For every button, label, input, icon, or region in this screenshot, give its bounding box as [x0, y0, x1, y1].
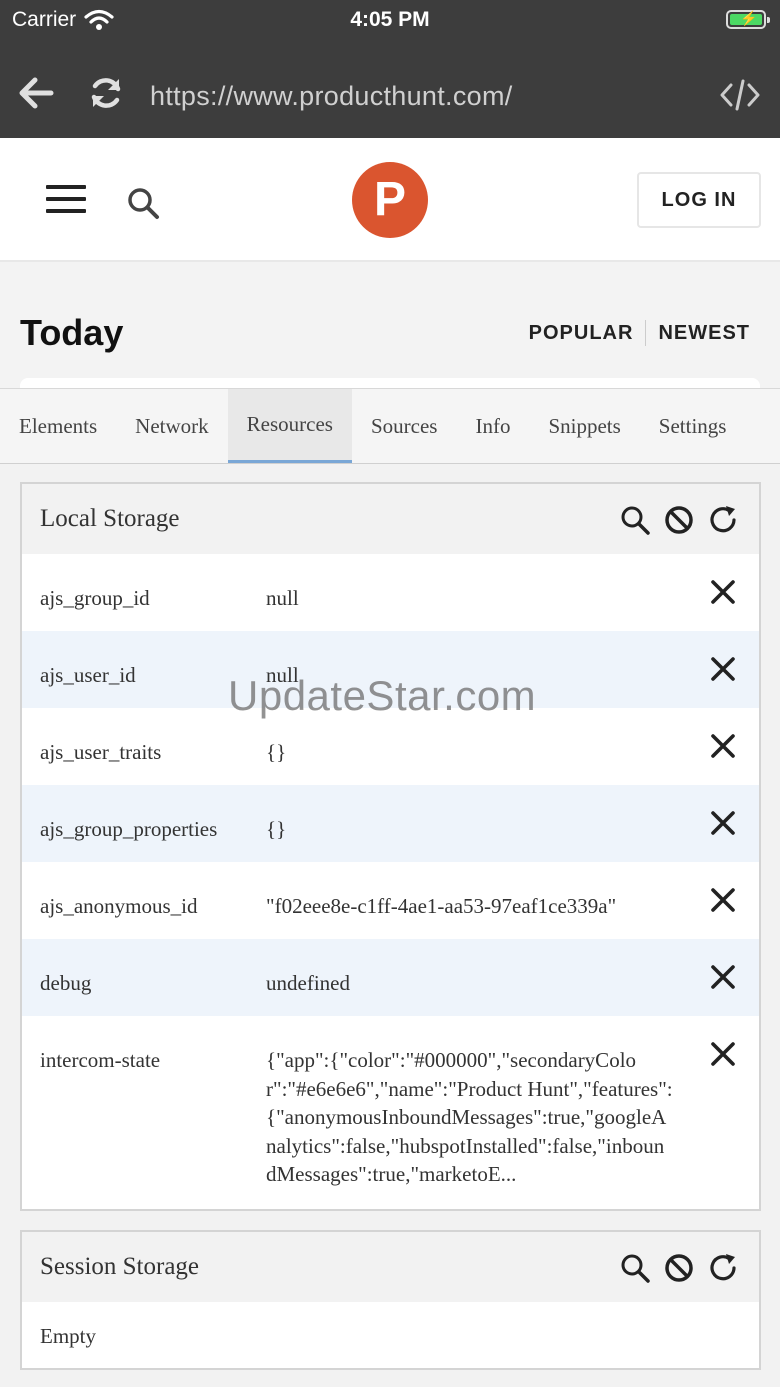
sort-options: POPULAR NEWEST [529, 320, 750, 346]
clear-icon[interactable] [663, 504, 695, 536]
storage-value: {} [266, 740, 287, 764]
login-button[interactable]: LOG IN [637, 172, 761, 228]
url-bar: https://www.producthunt.com/ [0, 55, 780, 135]
local-storage-header: Local Storage [22, 484, 759, 554]
session-storage-empty: Empty [22, 1302, 759, 1368]
refresh-icon[interactable] [707, 504, 739, 536]
session-storage-title: Session Storage [40, 1253, 200, 1280]
site-header: P LOG IN [0, 138, 780, 262]
search-icon[interactable] [126, 186, 160, 220]
code-toggle-icon[interactable] [720, 77, 760, 113]
back-arrow-icon[interactable] [18, 75, 54, 111]
storage-row: ajs_group_properties {} [22, 785, 759, 862]
refresh-icon[interactable] [707, 1252, 739, 1284]
today-section: Today POPULAR NEWEST [0, 262, 780, 390]
storage-key: debug [40, 971, 92, 995]
sort-divider [645, 320, 647, 346]
tab-network[interactable]: Network [116, 389, 227, 463]
sort-popular-button[interactable]: POPULAR [529, 322, 634, 345]
tab-sources[interactable]: Sources [352, 389, 457, 463]
storage-key: ajs_user_traits [40, 740, 162, 764]
hamburger-menu-icon[interactable] [46, 185, 86, 215]
delete-icon[interactable] [709, 732, 737, 760]
storage-value: undefined [266, 971, 350, 995]
local-storage-tools [619, 504, 739, 536]
session-storage-tools [619, 1252, 739, 1284]
delete-icon[interactable] [709, 963, 737, 991]
search-icon[interactable] [619, 504, 651, 536]
tab-resources[interactable]: Resources [227, 389, 352, 463]
watermark: UpdateStar.com [228, 672, 537, 719]
clear-icon[interactable] [663, 1252, 695, 1284]
reload-icon[interactable] [88, 75, 124, 111]
storage-key: ajs_group_properties [40, 817, 218, 841]
storage-value: "f02eee8e-c1ff-4ae1-aa53-97eaf1ce339a" [266, 894, 617, 918]
storage-key: intercom-state [40, 1048, 161, 1072]
storage-row: ajs_anonymous_id "f02eee8e-c1ff-4ae1-aa5… [22, 862, 759, 939]
tab-snippets[interactable]: Snippets [529, 389, 639, 463]
product-hunt-logo[interactable]: P [352, 162, 428, 238]
sort-newest-button[interactable]: NEWEST [658, 322, 750, 345]
local-storage-title: Local Storage [40, 505, 180, 532]
storage-key: ajs_group_id [40, 586, 150, 610]
storage-row: ajs_group_id null [22, 554, 759, 631]
storage-value: {} [266, 817, 287, 841]
tab-settings[interactable]: Settings [640, 389, 746, 463]
storage-value: null [266, 586, 299, 610]
session-storage-panel: Session Storage Empty [20, 1230, 761, 1370]
storage-key: ajs_user_id [40, 663, 136, 687]
local-storage-panel: Local Storage ajs_group_id null ajs_user… [20, 482, 761, 1211]
storage-value: {"app":{"color":"#000000","secondaryColo… [266, 1048, 673, 1186]
battery-icon: ⚡ [726, 10, 770, 29]
devtools-tab-bar: Elements Network Resources Sources Info … [0, 388, 780, 464]
page-title: Today [20, 312, 124, 353]
storage-row: debug undefined [22, 939, 759, 1016]
tab-elements[interactable]: Elements [0, 389, 116, 463]
storage-key: ajs_anonymous_id [40, 894, 198, 918]
status-bar: Carrier 4:05 PM ⚡ [0, 0, 780, 40]
status-time: 4:05 PM [350, 8, 430, 31]
browser-chrome: Carrier 4:05 PM ⚡ https://www.producthun… [0, 0, 780, 138]
search-icon[interactable] [619, 1252, 651, 1284]
delete-icon[interactable] [709, 809, 737, 837]
storage-row: intercom-state {"app":{"color":"#000000"… [22, 1016, 759, 1204]
delete-icon[interactable] [709, 886, 737, 914]
session-storage-header: Session Storage [22, 1232, 759, 1302]
delete-icon[interactable] [709, 655, 737, 683]
url-field[interactable]: https://www.producthunt.com/ [150, 81, 513, 112]
delete-icon[interactable] [709, 578, 737, 606]
delete-icon[interactable] [709, 1040, 737, 1068]
tab-info[interactable]: Info [456, 389, 529, 463]
empty-label: Empty [40, 1324, 96, 1348]
